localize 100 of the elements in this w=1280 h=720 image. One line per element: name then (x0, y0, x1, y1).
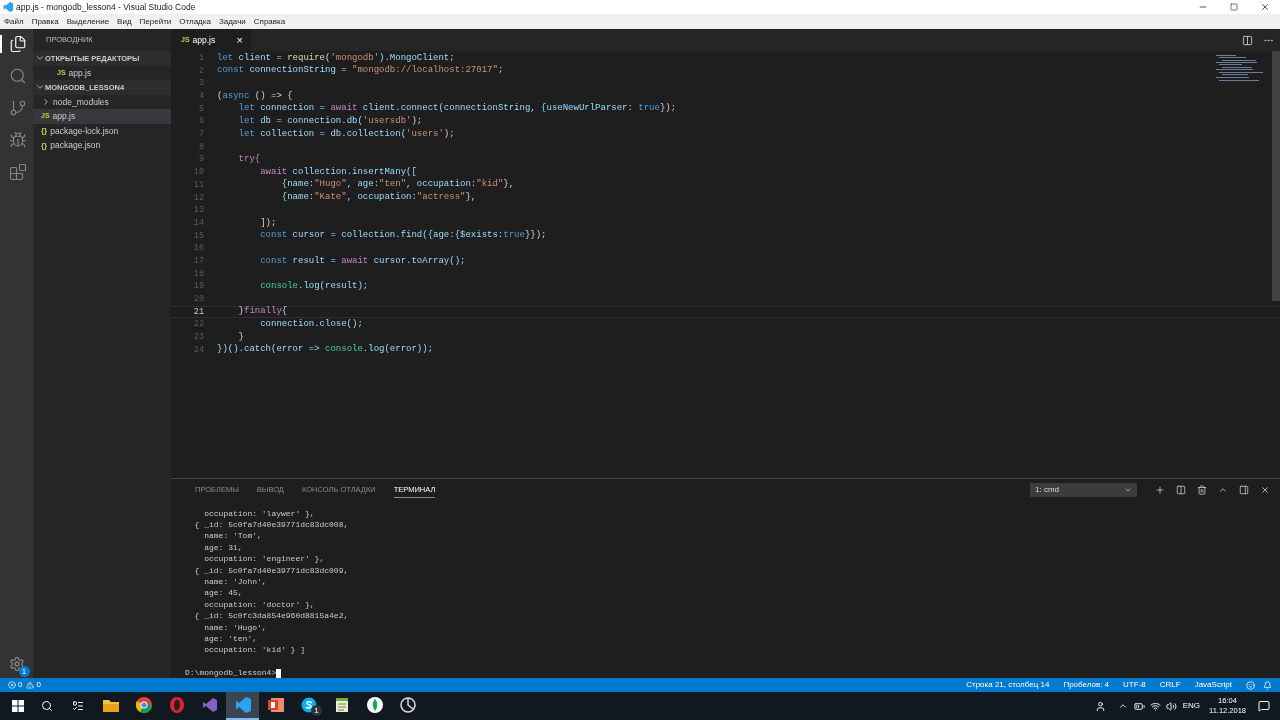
terminal-line: occupation: 'kid' } ] (203, 644, 306, 657)
chevron-icon[interactable] (1117, 701, 1128, 711)
notifications-icon[interactable] (1258, 700, 1270, 712)
notification-badge: 1 (311, 705, 322, 716)
windows-icon[interactable] (12, 700, 24, 712)
caret-icon (1124, 486, 1132, 494)
terminal-line: { _id: 5c0fc3da854e960d8815a4e2, (193, 610, 349, 623)
code-line: let collection = db.collection('users'); (237, 127, 455, 141)
error-count[interactable]: 0 (18, 679, 23, 691)
terminal-line: occupation: 'doctor' }, (203, 598, 315, 611)
menu-item[interactable]: Отладка (179, 15, 211, 28)
smiley-icon[interactable] (1246, 680, 1255, 690)
files-icon (8, 35, 27, 53)
leaf-icon[interactable] (366, 697, 383, 713)
terminal-line: { _id: 5c0fa7d40e39771dc83dc008, (193, 519, 349, 532)
add-icon[interactable] (1155, 485, 1165, 495)
code-line: try{ (237, 153, 261, 167)
panel-layout-icon[interactable] (1239, 485, 1249, 495)
status-item[interactable]: UTF-8 (1123, 679, 1146, 691)
line-number: 19 (192, 280, 205, 294)
restore-icon[interactable] (1230, 3, 1238, 11)
ribbon-icon[interactable] (234, 697, 251, 713)
notepad-icon[interactable] (333, 697, 350, 713)
file-item[interactable]: {} package.json (33, 138, 171, 154)
bug-icon (8, 131, 27, 149)
code-line: let db = connection.db('usersdb'); (237, 115, 423, 129)
file-item[interactable]: node_modules (33, 94, 171, 110)
close-icon[interactable]: × (236, 31, 243, 49)
terminal-line: occupation: 'engineer' }, (203, 553, 325, 566)
line-number: 15 (192, 229, 205, 243)
menu-item[interactable]: Правка (31, 15, 59, 28)
terminal-line: age: 'ten', (203, 633, 257, 645)
browser-icon[interactable] (135, 697, 152, 713)
split-editor-icon[interactable] (1242, 34, 1253, 46)
wifi-icon[interactable] (1149, 700, 1161, 712)
slides-icon[interactable] (267, 697, 284, 713)
terminal-prompt: D:\mongodb_lesson4> (185, 667, 277, 680)
code-line: const result = await cursor.toArray(); (259, 254, 466, 268)
code-line: } (237, 330, 244, 344)
menu-item[interactable]: Задачи (218, 15, 246, 28)
chevron-icon[interactable] (41, 97, 51, 108)
folder-icon[interactable] (102, 698, 119, 712)
terminal-line: age: 31, (203, 541, 243, 554)
app-logo-icon (3, 2, 13, 12)
code-line: const connectionString = "mongodb://localhost:27017"; (217, 64, 504, 78)
code-line: let connection = await client.connect(connectionString, {useNewUrlParser: true}); (237, 102, 677, 116)
code-line: connection.close(); (259, 318, 363, 332)
people-icon[interactable] (1094, 700, 1106, 712)
close-icon[interactable] (1260, 2, 1270, 12)
code-line: }finally{ (237, 305, 288, 319)
code-line: ]); (259, 216, 277, 230)
settings-icon[interactable] (8, 656, 25, 672)
code-line: const cursor = collection.find({age:{$exists:true}}); (259, 229, 547, 243)
split-icon[interactable] (1176, 485, 1186, 495)
maximize-icon[interactable] (1218, 485, 1228, 495)
taskbar-app[interactable]: 1 (292, 692, 325, 720)
volume-icon[interactable] (1165, 700, 1177, 712)
status-item[interactable]: JavaScript (1194, 679, 1232, 691)
status-item[interactable]: CRLF (1159, 679, 1181, 691)
window-title: app.js - mongodb_lesson4 - Visual Studio Code (16, 0, 197, 14)
line-number: 16 (192, 242, 205, 256)
terminal-line: occupation: 'laywer' }, (203, 507, 315, 520)
code-line: let client = require('mongodb').MongoClient; (217, 51, 455, 65)
menu-item[interactable]: Справка (253, 15, 286, 28)
scrollbar[interactable] (1272, 51, 1280, 301)
menu-item[interactable]: Выделение (66, 15, 110, 28)
line-number: 21 (192, 305, 205, 319)
terminal-select[interactable]: 1: cmd (1030, 483, 1137, 497)
line-number: 12 (192, 191, 205, 205)
bell-icon[interactable] (1263, 680, 1272, 690)
status-item[interactable]: Строка 21, столбец 14 (966, 679, 1050, 691)
menu-item[interactable]: Вид (117, 15, 132, 28)
line-number: 18 (192, 267, 205, 281)
line-number: 10 (192, 166, 205, 179)
terminal-line: name: 'Hugo', (203, 621, 267, 634)
ring-icon[interactable] (168, 697, 185, 713)
branch-icon (8, 99, 27, 117)
notification-badge: 1 (18, 666, 30, 677)
line-number: 14 (192, 216, 205, 230)
cursor (276, 668, 282, 678)
trash-icon[interactable] (1197, 485, 1207, 495)
code-line: (async () => { (217, 89, 293, 103)
terminal-line: name: 'John', (203, 576, 267, 589)
file-item[interactable]: {} package-lock.json (33, 123, 171, 139)
menu-item[interactable]: Файл (4, 15, 24, 28)
terminal-line: { _id: 5c0fa7d40e39771dc83dc009, (193, 564, 349, 577)
terminal-line: age: 45, (203, 587, 243, 600)
code-line: {name:"Kate", occupation:"actress"}, (280, 191, 477, 205)
task-view-icon[interactable] (72, 700, 84, 712)
battery-icon[interactable] (1133, 700, 1145, 712)
braces-icon: {} (41, 125, 48, 138)
warning-icon (26, 681, 35, 689)
warning-count[interactable]: 0 (36, 679, 41, 691)
status-item[interactable]: Пробелов: 4 (1063, 679, 1110, 691)
language-indicator[interactable]: ENG (1182, 700, 1200, 712)
menu-item[interactable]: Перейти (139, 15, 172, 28)
code-line: {name:"Hugo", age:"ten", occupation:"kid"}, (280, 178, 515, 192)
close-icon[interactable] (1260, 485, 1270, 495)
search-icon[interactable] (41, 700, 53, 712)
code-line: console.log(result); (259, 279, 369, 293)
